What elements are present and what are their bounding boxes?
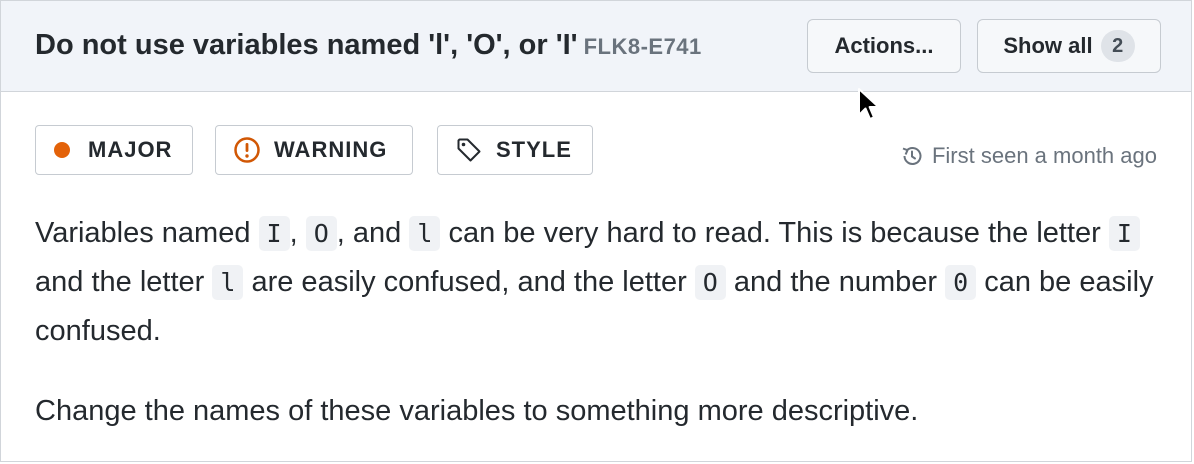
- category-tag-style: STYLE: [437, 125, 593, 175]
- description-text: , and: [336, 217, 410, 249]
- warning-circle-icon: [234, 137, 260, 163]
- major-label: MAJOR: [88, 137, 173, 162]
- issue-code: FLK8-E741: [583, 34, 702, 59]
- first-seen-text: First seen a month ago: [931, 143, 1157, 168]
- description-text: ,: [289, 217, 306, 249]
- code-snippet: I: [1108, 216, 1140, 251]
- warning-label: WARNING: [274, 137, 388, 162]
- issue-description: Variables named I, O, and l can be very …: [35, 209, 1165, 435]
- code-snippet: l: [409, 216, 441, 251]
- mouse-cursor-icon: [858, 88, 880, 120]
- actions-button[interactable]: Actions...: [807, 19, 961, 73]
- code-snippet: O: [305, 216, 337, 251]
- show-all-label: Show all: [1003, 33, 1093, 58]
- description-text: and the letter: [35, 266, 213, 298]
- issue-title-text: Do not use variables named 'l', 'O', or …: [35, 29, 578, 61]
- severity-tag-major: MAJOR: [35, 125, 193, 175]
- description-text: are easily confused, and the letter: [243, 266, 695, 298]
- description-text: and the number: [725, 266, 946, 298]
- actions-button-label: Actions...: [834, 33, 934, 58]
- history-icon: [902, 147, 922, 165]
- issue-title: Do not use variables named 'l', 'O', or …: [35, 29, 702, 62]
- description-text: can be very hard to read. This is becaus…: [440, 217, 1109, 249]
- tag-icon: [457, 138, 481, 162]
- code-snippet: 0: [945, 265, 977, 300]
- description-paragraph-2: Change the names of these variables to s…: [35, 395, 919, 427]
- first-seen: First seen a month ago: [900, 143, 1157, 169]
- description-paragraph: Variables named I, O, and l can be very …: [35, 209, 1165, 355]
- style-label: STYLE: [496, 137, 572, 162]
- category-tag-warning: WARNING: [215, 125, 413, 175]
- code-snippet: l: [212, 265, 244, 300]
- show-all-counter: 2: [1100, 30, 1135, 62]
- code-snippet: I: [258, 216, 290, 251]
- show-all-button[interactable]: Show all 2: [977, 19, 1161, 73]
- issue-card: Do not use variables named 'l', 'O', or …: [0, 0, 1192, 462]
- description-text: Variables named: [35, 217, 259, 249]
- code-snippet: O: [694, 265, 726, 300]
- issue-header: Do not use variables named 'l', 'O', or …: [1, 1, 1191, 92]
- major-dot-icon: [54, 142, 70, 158]
